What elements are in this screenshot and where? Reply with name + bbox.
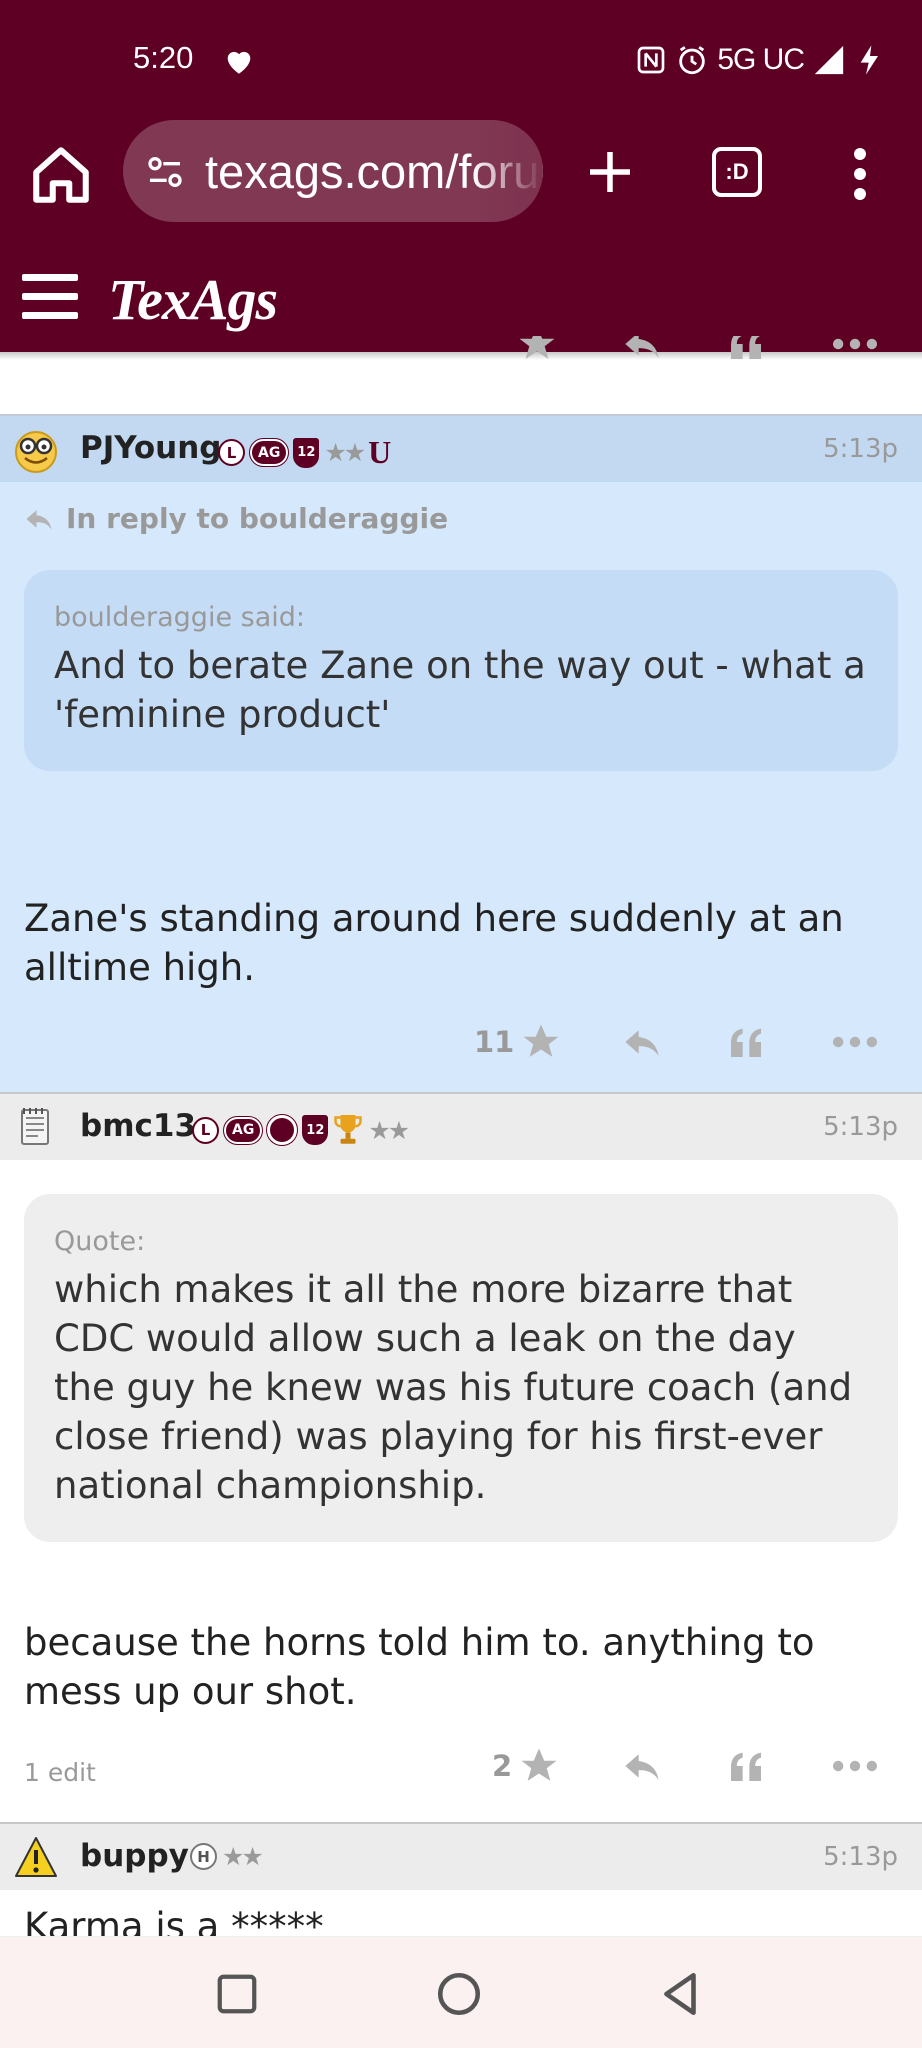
ellipsis-icon — [832, 1760, 878, 1772]
post-time[interactable]: 5:13p — [823, 1112, 898, 1142]
reply-arrow-icon — [26, 509, 52, 530]
notepad-avatar-icon[interactable] — [12, 1104, 60, 1152]
badge-l: L — [218, 439, 245, 466]
quote-block: boulderaggie said: And to berate Zane on… — [24, 570, 898, 771]
star-icon — [523, 1024, 559, 1057]
quote-button[interactable] — [726, 1736, 766, 1796]
user-badges: L AG 12 ★★ — [192, 1112, 410, 1148]
home-nav-icon[interactable] — [434, 1969, 484, 2019]
badge-12th-man: 12 — [293, 437, 320, 468]
status-time: 5:20 — [133, 40, 194, 75]
quote-author: Quote: — [54, 1226, 146, 1257]
status-bar: 5:20 5G UC — [0, 0, 922, 124]
star-button[interactable]: 11 — [474, 1012, 562, 1072]
post-header: bmc13 L AG 12 ★★ 5:13p — [0, 1092, 922, 1160]
alarm-icon — [679, 46, 706, 75]
star-icon — [521, 1748, 557, 1781]
post-username[interactable]: buppy — [80, 1838, 189, 1874]
user-badges: L AG 12 ★★ U — [218, 434, 391, 471]
star-button[interactable] — [516, 336, 558, 374]
post-username[interactable]: bmc13 — [80, 1108, 196, 1144]
more-button[interactable] — [832, 1012, 878, 1072]
post-pjyoung: PJYoung L AG 12 ★★ U 5:13p In reply to b… — [0, 414, 922, 1094]
browser-chrome: 5:20 5G UC texags.com/forums :D TexAgs — [0, 0, 922, 352]
hamburger-menu-icon[interactable] — [22, 274, 80, 320]
more-button[interactable] — [832, 1736, 878, 1796]
badge-u: U — [368, 434, 392, 470]
more-button[interactable] — [832, 336, 878, 374]
address-bar[interactable]: texags.com/forums — [123, 120, 543, 222]
star-icon — [519, 336, 555, 359]
back-icon[interactable] — [656, 1969, 706, 2019]
reply-to-link[interactable]: In reply to boulderaggie — [22, 502, 448, 535]
badge-aggie-ring — [266, 1114, 299, 1146]
badge-stars: ★★ — [222, 1842, 264, 1871]
post-body: because the horns told him to. anything … — [24, 1621, 815, 1713]
post-username[interactable]: PJYoung — [80, 430, 221, 466]
site-settings-icon[interactable] — [145, 152, 185, 192]
quote-button[interactable] — [726, 336, 766, 374]
star-button[interactable]: 2 — [492, 1736, 560, 1796]
status-icons: 5G UC — [635, 40, 886, 80]
post-time[interactable]: 5:13p — [823, 434, 898, 464]
quote-author: boulderaggie said: — [54, 602, 305, 633]
reply-button[interactable] — [620, 1012, 664, 1072]
star-count: 11 — [474, 1025, 515, 1059]
post-actions: 11 — [0, 1012, 922, 1072]
reply-button[interactable] — [620, 336, 664, 374]
star-count: 2 — [492, 1749, 513, 1783]
previous-post-actions — [0, 336, 922, 376]
post-actions: 2 — [0, 1736, 922, 1796]
badge-stars: ★★ — [324, 438, 366, 467]
reply-icon — [625, 1754, 659, 1781]
quote-icon — [731, 336, 761, 359]
trophy-icon — [334, 1115, 363, 1144]
badge-ag: AG — [248, 438, 290, 467]
system-nav-bar — [0, 1936, 922, 2048]
quote-text: And to berate Zane on the way out - what… — [54, 644, 866, 736]
quote-text: which makes it all the more bizarre that… — [54, 1268, 853, 1507]
badge-12th-man: 12 — [302, 1115, 329, 1145]
ellipsis-icon — [832, 1036, 878, 1048]
reply-to-text: In reply to boulderaggie — [66, 502, 449, 535]
quote-icon — [731, 1028, 761, 1057]
heart-icon — [227, 51, 251, 74]
post-time[interactable]: 5:13p — [823, 1842, 898, 1872]
charging-icon — [860, 45, 878, 75]
badge-stars: ★★ — [368, 1115, 410, 1145]
reply-icon — [625, 336, 659, 359]
post-buppy: buppy H ★★ 5:13p Karma is a ***** — [0, 1822, 922, 1936]
nerd-smiley-avatar-icon[interactable] — [12, 426, 60, 474]
reply-button[interactable] — [620, 1736, 664, 1796]
more-options-icon[interactable] — [840, 144, 880, 204]
warning-avatar-icon[interactable] — [12, 1834, 60, 1882]
badge-h: H — [190, 1843, 217, 1870]
badge-l: L — [192, 1116, 219, 1144]
home-icon[interactable] — [28, 142, 94, 208]
tab-switcher-button[interactable]: :D — [712, 147, 762, 197]
quote-block: Quote: which makes it all the more bizar… — [24, 1194, 898, 1542]
reply-icon — [625, 1030, 659, 1057]
quote-icon — [731, 1752, 761, 1781]
quote-button[interactable] — [726, 1012, 766, 1072]
nfc-icon — [637, 46, 665, 74]
user-badges: H ★★ — [190, 1842, 264, 1871]
recents-icon[interactable] — [214, 1971, 260, 2017]
ellipsis-icon — [832, 338, 878, 350]
new-tab-icon[interactable] — [580, 142, 640, 202]
network-label: 5G UC — [717, 43, 805, 76]
post-header: PJYoung L AG 12 ★★ U 5:13p — [0, 414, 922, 482]
signal-icon — [814, 45, 844, 75]
url-toolbar: texags.com/forums :D — [0, 120, 922, 224]
post-bmc13: bmc13 L AG 12 ★★ 5:13p Quote: which make… — [0, 1092, 922, 1822]
post-body: Zane's standing around here suddenly at … — [24, 897, 844, 989]
post-body: Karma is a ***** — [24, 1905, 324, 1936]
site-logo[interactable]: TexAgs — [108, 266, 278, 333]
badge-ag: AG — [222, 1115, 264, 1145]
post-header: buppy H ★★ 5:13p — [0, 1822, 922, 1890]
